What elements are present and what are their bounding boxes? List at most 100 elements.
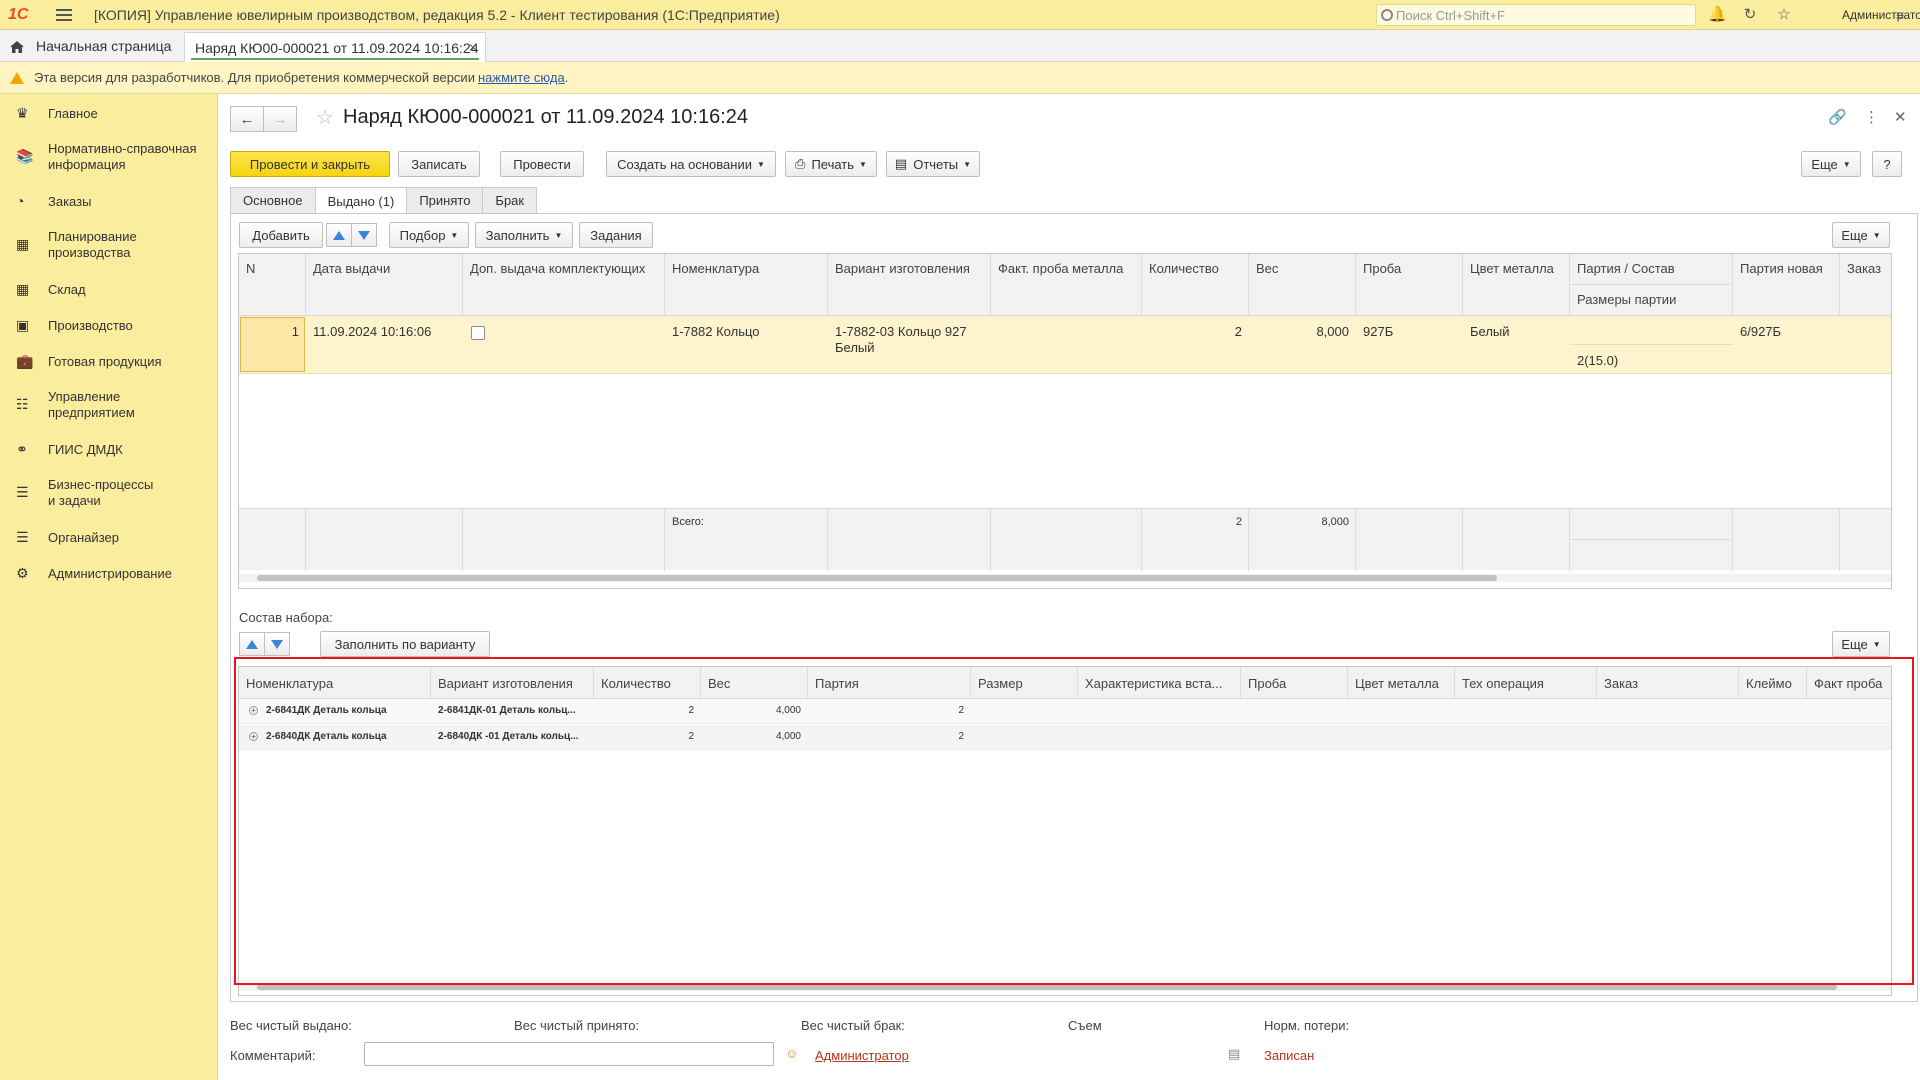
col-kit-fact-probe[interactable]: Факт проба — [1807, 667, 1891, 699]
cell-batch-new[interactable]: 6/927Б — [1733, 324, 1840, 339]
cell-kit-weight[interactable]: 4,000 — [701, 705, 808, 716]
back-button[interactable]: ← — [230, 106, 264, 132]
add-button[interactable]: Добавить — [239, 222, 323, 248]
col-batch-composition[interactable]: Партия / Состав — [1570, 254, 1733, 285]
col-n[interactable]: N — [239, 254, 306, 316]
cell-metal-color[interactable]: Белый — [1463, 324, 1570, 339]
sidebar-item-reference[interactable]: 📚 Нормативно-справочная информация — [0, 141, 218, 177]
col-kit-variant[interactable]: Вариант изготовления — [431, 667, 594, 699]
user-name[interactable]: Администратор — [1842, 8, 1920, 22]
table-row[interactable]: 1 11.09.2024 10:16:06 1-7882 Кольцо 1-78… — [239, 316, 1891, 374]
cell-kit-nomenclature[interactable]: +2-6841ДК Деталь кольца — [239, 705, 431, 716]
cell-kit-weight[interactable]: 4,000 — [701, 731, 808, 742]
kit-move-down-button[interactable] — [264, 632, 290, 656]
col-quantity[interactable]: Количество — [1142, 254, 1249, 316]
expand-icon[interactable]: + — [249, 706, 258, 715]
col-kit-probe[interactable]: Проба — [1241, 667, 1348, 699]
more-button[interactable]: Еще ▼ — [1801, 151, 1861, 177]
col-kit-stamp[interactable]: Клеймо — [1739, 667, 1807, 699]
sidebar-item-planning[interactable]: ▦ Планирование производства — [0, 229, 218, 265]
move-down-button[interactable] — [351, 223, 377, 247]
cell-kit-nomenclature[interactable]: +2-6840ДК Деталь кольца — [239, 731, 431, 742]
col-probe[interactable]: Проба — [1356, 254, 1463, 316]
move-up-button[interactable] — [326, 223, 352, 247]
help-button[interactable]: ? — [1872, 151, 1902, 177]
cell-weight[interactable]: 8,000 — [1249, 324, 1356, 339]
tab-issued[interactable]: Выдано (1) — [314, 187, 408, 214]
close-form-icon[interactable]: ✕ — [1894, 108, 1907, 126]
table-row[interactable]: +2-6841ДК Деталь кольца 2-6841ДК-01 Дета… — [239, 699, 1891, 724]
sidebar-item-warehouse[interactable]: ▦ Склад — [0, 282, 218, 304]
cell-kit-variant[interactable]: 2-6840ДК -01 Деталь кольц... — [431, 731, 594, 742]
sidebar-item-administration[interactable]: ⚙ Администрирование — [0, 566, 218, 588]
create-based-on-button[interactable]: Создать на основании ▼ — [606, 151, 776, 177]
fill-button[interactable]: Заполнить ▼ — [475, 222, 573, 248]
sidebar-item-finished-goods[interactable]: 💼 Готовая продукция — [0, 354, 218, 376]
sidebar-item-business-processes[interactable]: ☰ Бизнес-процессы и задачи — [0, 477, 218, 513]
cell-quantity[interactable]: 2 — [1142, 324, 1249, 339]
col-weight[interactable]: Вес — [1249, 254, 1356, 316]
post-and-close-button[interactable]: Провести и закрыть — [230, 151, 390, 177]
cell-date[interactable]: 11.09.2024 10:16:06 — [306, 324, 463, 339]
cell-kit-quantity[interactable]: 2 — [594, 731, 701, 742]
col-extra-issue[interactable]: Доп. выдача комплектующих — [463, 254, 665, 316]
cell-kit-batch[interactable]: 2 — [808, 731, 971, 742]
star-icon[interactable]: ☆ — [1776, 7, 1792, 23]
col-order[interactable]: Заказ — [1840, 254, 1891, 316]
col-fact-probe[interactable]: Факт. проба металла — [991, 254, 1142, 316]
more-vertical-icon[interactable]: ⋮ — [1864, 108, 1879, 126]
cell-probe[interactable]: 927Б — [1356, 324, 1463, 339]
sidebar-item-production[interactable]: ▣ Производство — [0, 318, 218, 340]
sidebar-item-orders[interactable]: ◔ Заказы — [0, 194, 218, 216]
post-button[interactable]: Провести — [500, 151, 584, 177]
kit-more-button[interactable]: Еще ▼ — [1832, 631, 1890, 657]
col-batch-sizes[interactable]: Размеры партии — [1570, 285, 1733, 316]
col-kit-nomenclature[interactable]: Номенклатура — [239, 667, 431, 699]
tab-main[interactable]: Основное — [230, 187, 316, 213]
col-batch-new[interactable]: Партия новая — [1733, 254, 1840, 316]
scrollbar-thumb[interactable] — [257, 575, 1497, 581]
tasks-button[interactable]: Задания — [579, 222, 653, 248]
settings-menu-icon[interactable]: ≡ — [1896, 7, 1904, 23]
col-kit-tech-operation[interactable]: Тех операция — [1455, 667, 1597, 699]
col-kit-metal-color[interactable]: Цвет металла — [1348, 667, 1455, 699]
kit-horizontal-scrollbar[interactable] — [239, 983, 1891, 991]
sidebar-item-main[interactable]: ♛ Главное — [0, 106, 218, 128]
forward-button[interactable]: → — [263, 106, 297, 132]
print-button[interactable]: ⎙ Печать ▼ — [785, 151, 877, 177]
close-tab-icon[interactable]: × — [469, 39, 477, 55]
kit-move-up-button[interactable] — [239, 632, 265, 656]
search-input[interactable]: Поиск Ctrl+Shift+F — [1376, 4, 1696, 26]
comment-field[interactable] — [364, 1042, 774, 1066]
bell-icon[interactable]: 🔔 — [1708, 7, 1727, 23]
col-kit-insert-characteristic[interactable]: Характеристика вста... — [1078, 667, 1241, 699]
sidebar-item-organizer[interactable]: ☰ Органайзер — [0, 530, 218, 552]
col-metal-color[interactable]: Цвет металла — [1463, 254, 1570, 316]
cell-nomenclature[interactable]: 1-7882 Кольцо — [665, 324, 828, 339]
fill-by-variant-button[interactable]: Заполнить по варианту — [320, 631, 490, 657]
col-kit-weight[interactable]: Вес — [701, 667, 808, 699]
reports-button[interactable]: ▤ Отчеты ▼ — [886, 151, 980, 177]
scrollbar-thumb[interactable] — [257, 984, 1837, 990]
col-kit-order[interactable]: Заказ — [1597, 667, 1739, 699]
author-link[interactable]: Администратор — [815, 1048, 909, 1063]
history-icon[interactable]: ↻ — [1742, 7, 1758, 23]
cell-batch-sizes[interactable]: 2(15.0) — [1570, 353, 1733, 368]
table-row[interactable]: +2-6840ДК Деталь кольца 2-6840ДК -01 Дет… — [239, 725, 1891, 750]
col-variant[interactable]: Вариант изготовления — [828, 254, 991, 316]
main-menu-icon[interactable] — [56, 8, 72, 21]
cell-variant[interactable]: 1-7882-03 Кольцо 927 Белый — [828, 324, 991, 356]
col-kit-batch[interactable]: Партия — [808, 667, 971, 699]
favorite-star-icon[interactable]: ☆ — [316, 105, 334, 130]
issued-horizontal-scrollbar[interactable] — [239, 574, 1891, 582]
banner-link[interactable]: нажмите сюда — [478, 70, 565, 85]
link-icon[interactable]: 🔗 — [1828, 108, 1847, 126]
extra-issue-checkbox[interactable] — [471, 326, 485, 340]
col-date[interactable]: Дата выдачи — [306, 254, 463, 316]
cell-n[interactable]: 1 — [239, 324, 306, 339]
save-button[interactable]: Записать — [398, 151, 480, 177]
tab-document[interactable]: Наряд КЮ00-000021 от 11.09.2024 10:16:24… — [184, 32, 486, 62]
tab-defect[interactable]: Брак — [482, 187, 538, 213]
col-nomenclature[interactable]: Номенклатура — [665, 254, 828, 316]
expand-icon[interactable]: + — [249, 732, 258, 741]
